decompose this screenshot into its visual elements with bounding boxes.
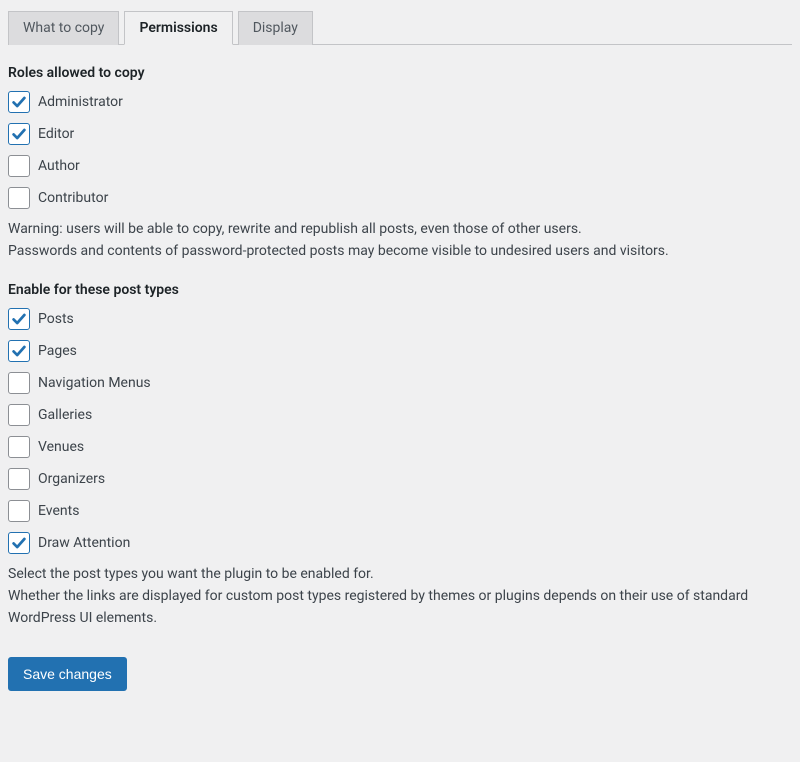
post-type-label-navigation-menus[interactable]: Navigation Menus bbox=[38, 375, 151, 391]
post-type-row-posts: Posts bbox=[8, 308, 792, 330]
save-changes-button[interactable]: Save changes bbox=[8, 657, 127, 691]
role-label-administrator[interactable]: Administrator bbox=[38, 94, 123, 110]
post-type-checkbox-posts[interactable] bbox=[8, 308, 30, 330]
post-type-checkbox-venues[interactable] bbox=[8, 436, 30, 458]
post-type-row-navigation-menus: Navigation Menus bbox=[8, 372, 792, 394]
tab-what-to-copy[interactable]: What to copy bbox=[8, 11, 119, 45]
post-type-label-posts[interactable]: Posts bbox=[38, 311, 74, 327]
role-label-author[interactable]: Author bbox=[38, 158, 80, 174]
role-row-author: Author bbox=[8, 155, 792, 177]
tabs-nav: What to copyPermissionsDisplay bbox=[8, 10, 792, 45]
post-type-label-organizers[interactable]: Organizers bbox=[38, 471, 105, 487]
roles-section-title: Roles allowed to copy bbox=[8, 65, 792, 81]
post-type-checkbox-events[interactable] bbox=[8, 500, 30, 522]
submit-wrap: Save changes bbox=[8, 657, 792, 691]
post-type-checkbox-galleries[interactable] bbox=[8, 404, 30, 426]
tab-content: Roles allowed to copy Administrator Edito… bbox=[0, 45, 800, 699]
tab-display[interactable]: Display bbox=[238, 11, 313, 45]
role-checkbox-contributor[interactable] bbox=[8, 187, 30, 209]
post-type-label-events[interactable]: Events bbox=[38, 503, 79, 519]
post-type-checkbox-draw-attention[interactable] bbox=[8, 532, 30, 554]
role-row-contributor: Contributor bbox=[8, 187, 792, 209]
post-type-row-galleries: Galleries bbox=[8, 404, 792, 426]
tab-permissions[interactable]: Permissions bbox=[124, 11, 232, 45]
post-types-section-title: Enable for these post types bbox=[8, 282, 792, 298]
role-checkbox-editor[interactable] bbox=[8, 123, 30, 145]
post-type-label-galleries[interactable]: Galleries bbox=[38, 407, 92, 423]
post-type-label-venues[interactable]: Venues bbox=[38, 439, 84, 455]
post-type-label-draw-attention[interactable]: Draw Attention bbox=[38, 535, 130, 551]
role-label-editor[interactable]: Editor bbox=[38, 126, 74, 142]
post-type-row-venues: Venues bbox=[8, 436, 792, 458]
post-types-section: Enable for these post types Posts Pages Na… bbox=[8, 282, 792, 629]
post-type-row-pages: Pages bbox=[8, 340, 792, 362]
roles-description: Warning: users will be able to copy, rew… bbox=[8, 219, 792, 262]
role-row-administrator: Administrator bbox=[8, 91, 792, 113]
post-type-row-organizers: Organizers bbox=[8, 468, 792, 490]
role-checkbox-administrator[interactable] bbox=[8, 91, 30, 113]
post-type-label-pages[interactable]: Pages bbox=[38, 343, 77, 359]
post-type-row-events: Events bbox=[8, 500, 792, 522]
role-checkbox-author[interactable] bbox=[8, 155, 30, 177]
roles-section: Roles allowed to copy Administrator Edito… bbox=[8, 65, 792, 262]
post-types-description: Select the post types you want the plugi… bbox=[8, 564, 792, 629]
post-type-checkbox-pages[interactable] bbox=[8, 340, 30, 362]
role-label-contributor[interactable]: Contributor bbox=[38, 190, 108, 206]
role-row-editor: Editor bbox=[8, 123, 792, 145]
post-type-row-draw-attention: Draw Attention bbox=[8, 532, 792, 554]
post-type-checkbox-organizers[interactable] bbox=[8, 468, 30, 490]
post-type-checkbox-navigation-menus[interactable] bbox=[8, 372, 30, 394]
